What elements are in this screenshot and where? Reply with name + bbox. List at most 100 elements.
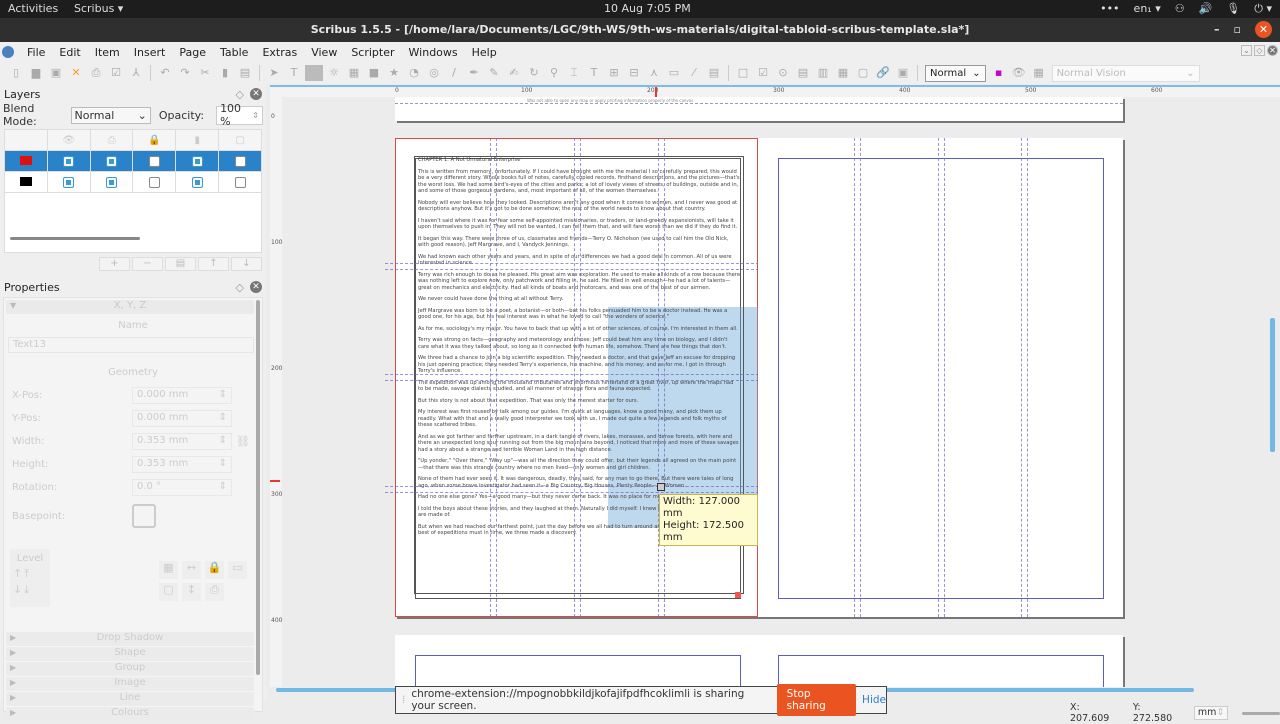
- pdf-radio-icon[interactable]: ⊙: [774, 65, 792, 81]
- table-tool-icon[interactable]: ▦: [345, 65, 363, 81]
- menu-item[interactable]: Item: [88, 46, 127, 59]
- section-line[interactable]: ▶ Line: [6, 692, 254, 706]
- edit-preview-icon[interactable]: ▦: [1030, 65, 1048, 81]
- color-management-icon[interactable]: ▪: [990, 65, 1008, 81]
- render-frame-icon[interactable]: ☼: [325, 65, 343, 81]
- paste-icon[interactable]: ▤: [236, 65, 254, 81]
- image-frame-icon[interactable]: [305, 65, 323, 81]
- pdf-listbox-icon[interactable]: ▦: [834, 65, 852, 81]
- section-shape[interactable]: ▶ Shape: [6, 647, 254, 661]
- pdf-annotation-icon[interactable]: ▢: [854, 65, 872, 81]
- lock-column-icon[interactable]: 🔒: [132, 129, 177, 151]
- duplicate-layer-button[interactable]: ▤: [165, 257, 196, 271]
- freehand-tool-icon[interactable]: ✎: [485, 65, 503, 81]
- lower-to-bottom-icon[interactable]: ⤓: [24, 583, 29, 597]
- flip-horizontal-icon[interactable]: ↔: [182, 561, 201, 579]
- ungroup-icon[interactable]: ▢: [159, 583, 178, 601]
- network-icon[interactable]: ⚇: [1175, 2, 1185, 16]
- unit-select[interactable]: mm ⇕: [1193, 706, 1229, 720]
- preflight-icon[interactable]: ☑: [107, 65, 125, 81]
- volume-icon[interactable]: 🔊: [1199, 2, 1213, 16]
- preview-eye-icon[interactable]: 👁: [1010, 65, 1028, 81]
- menu-windows[interactable]: Windows: [402, 46, 465, 59]
- page-right[interactable]: [758, 138, 1123, 617]
- section-colours[interactable]: ▶ Colours: [6, 707, 254, 721]
- shape-tool-icon[interactable]: ■: [365, 65, 383, 81]
- remove-layer-button[interactable]: −: [132, 257, 163, 271]
- polygon-tool-icon[interactable]: ★: [385, 65, 403, 81]
- stop-sharing-button[interactable]: Stop sharing: [776, 684, 857, 716]
- power-icon[interactable]: ⏻ ▾: [1254, 2, 1272, 16]
- overflow-marker-icon[interactable]: [735, 592, 741, 598]
- outline-checkbox[interactable]: [234, 177, 246, 188]
- height-field[interactable]: 0.353 mm ⇕: [132, 456, 232, 473]
- visible-checkbox[interactable]: [63, 177, 75, 188]
- spin-arrows-icon[interactable]: ⇕: [219, 412, 227, 425]
- mdi-close-icon[interactable]: ✕: [1267, 45, 1278, 56]
- vertical-scrollbar[interactable]: [1270, 318, 1275, 452]
- ypos-field[interactable]: 0.000 mm ⇕: [132, 410, 232, 427]
- layer-row[interactable]: [4, 150, 262, 172]
- width-field[interactable]: 0.353 mm ⇕: [132, 433, 232, 450]
- page-bottom-right[interactable]: [758, 635, 1123, 687]
- mdi-restore-icon[interactable]: ◇: [1254, 45, 1265, 56]
- menu-view[interactable]: View: [304, 46, 344, 59]
- pdf-combobox-icon[interactable]: ▥: [814, 65, 832, 81]
- menu-file[interactable]: File: [20, 46, 52, 59]
- menu-page[interactable]: Page: [172, 46, 213, 59]
- cut-icon[interactable]: ✂: [196, 65, 214, 81]
- section-xyz[interactable]: ▼ X, Y, Z: [6, 300, 254, 314]
- close-properties-icon[interactable]: ✕: [250, 281, 262, 293]
- zoom-slider[interactable]: [1242, 711, 1280, 715]
- spin-arrows-icon[interactable]: ⇕: [219, 435, 227, 448]
- line-tool-icon[interactable]: /: [445, 65, 463, 81]
- hide-button[interactable]: Hide: [862, 694, 886, 706]
- new-document-icon[interactable]: ▯: [7, 65, 25, 81]
- blend-mode-select[interactable]: Normal ⌄: [70, 106, 151, 124]
- menu-insert[interactable]: Insert: [127, 46, 173, 59]
- horizontal-ruler[interactable]: 0 100 200 300 400 500 600: [270, 85, 1280, 97]
- pdf-pushbutton-icon[interactable]: □: [734, 65, 752, 81]
- select-tool-icon[interactable]: ➤: [265, 65, 283, 81]
- copy-properties-icon[interactable]: ▭: [665, 65, 683, 81]
- copy-icon[interactable]: ▮: [216, 65, 234, 81]
- eyedropper-icon[interactable]: ⁄: [685, 65, 703, 81]
- printing-icon[interactable]: ⎙: [205, 583, 224, 601]
- lock-checkbox[interactable]: [148, 177, 160, 188]
- rotate-tool-icon[interactable]: ↻: [525, 65, 543, 81]
- menu-help[interactable]: Help: [465, 46, 504, 59]
- page-bottom-left[interactable]: [395, 635, 758, 687]
- menu-extras[interactable]: Extras: [255, 46, 304, 59]
- visible-column-icon[interactable]: 👁: [46, 129, 91, 151]
- minimize-button[interactable]: –: [1214, 23, 1220, 36]
- section-drop-shadow[interactable]: ▶ Drop Shadow: [6, 632, 254, 646]
- bezier-tool-icon[interactable]: ✒: [465, 65, 483, 81]
- spin-arrows-icon[interactable]: ⇕: [252, 111, 259, 120]
- spiral-tool-icon[interactable]: ◎: [425, 65, 443, 81]
- text-frame-icon[interactable]: T: [285, 65, 303, 81]
- pdf-tool-icon[interactable]: ▤: [705, 65, 723, 81]
- activities-button[interactable]: Activities: [8, 2, 58, 15]
- measure-tool-icon[interactable]: ⋏: [645, 65, 663, 81]
- app-menu[interactable]: Scribus ▾: [74, 2, 123, 15]
- pdf-textfield-icon[interactable]: ▤: [794, 65, 812, 81]
- float-icon[interactable]: ◇: [236, 281, 244, 294]
- export-pdf-icon[interactable]: ⅄: [127, 65, 145, 81]
- section-image[interactable]: ▶ Image: [6, 677, 254, 691]
- pdf-3d-icon[interactable]: ▣: [894, 65, 912, 81]
- float-icon[interactable]: ◇: [236, 88, 244, 101]
- xpos-field[interactable]: 0.000 mm ⇕: [132, 387, 232, 404]
- visible-checkbox[interactable]: [63, 156, 75, 167]
- restore-button[interactable]: ▫: [1234, 23, 1241, 36]
- menu-edit[interactable]: Edit: [52, 46, 87, 59]
- menu-table[interactable]: Table: [213, 46, 255, 59]
- link-chain-icon[interactable]: ⛓: [236, 435, 250, 448]
- group-icon[interactable]: ▦: [159, 561, 178, 579]
- layers-hscrollbar[interactable]: [10, 237, 140, 240]
- lock-item-icon[interactable]: 🔒: [205, 561, 224, 579]
- edit-text-icon[interactable]: ⌶: [565, 65, 583, 81]
- outline-checkbox[interactable]: [234, 156, 246, 167]
- size-lock-icon[interactable]: ▭: [228, 561, 247, 579]
- keyboard-layout[interactable]: en₁ ▾: [1134, 2, 1161, 16]
- basepoint-selector-icon[interactable]: [132, 504, 156, 528]
